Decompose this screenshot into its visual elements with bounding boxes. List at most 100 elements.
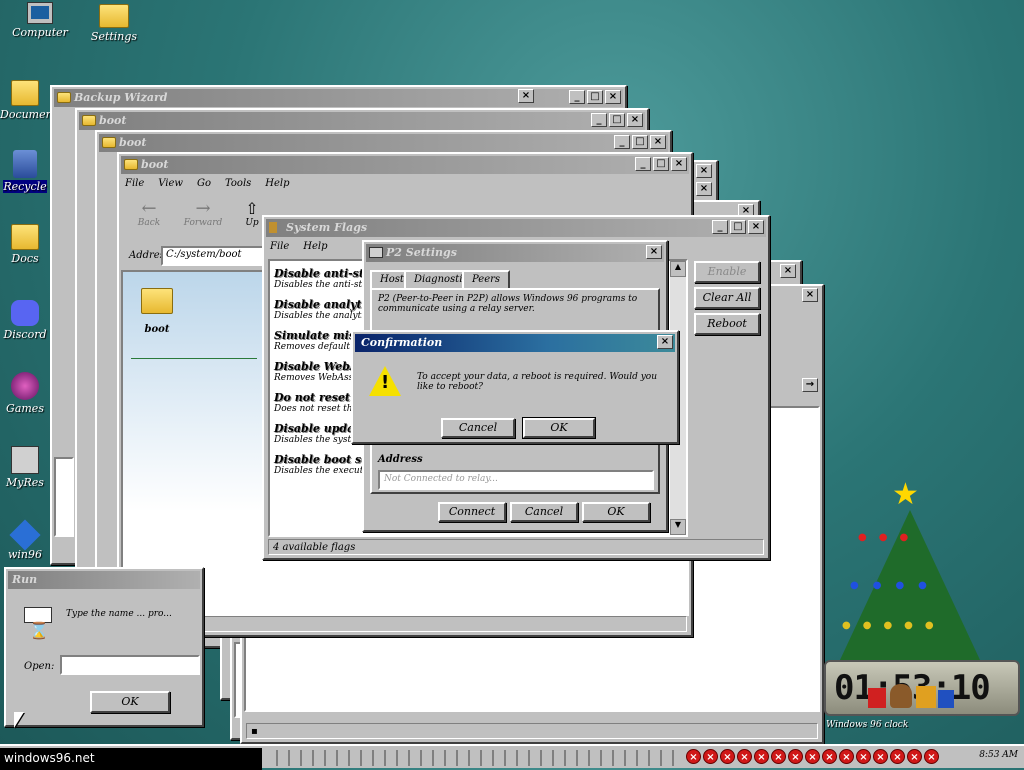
open-input[interactable] [60,655,200,675]
error-task-icon[interactable]: × [720,749,735,764]
title-bar[interactable]: Confirmation × [355,334,675,352]
minimize-button[interactable]: _ [635,157,651,171]
scroll-up-button[interactable]: ▲ [670,261,686,277]
error-task-icon[interactable]: × [686,749,701,764]
close-button[interactable]: × [802,288,818,302]
maximize-button[interactable]: □ [632,135,648,149]
taskbar-url[interactable]: windows96.net [0,748,262,770]
close-button[interactable]: × [696,182,712,196]
desktop-icon-recycle[interactable]: Recycle [0,150,50,193]
run-dialog[interactable]: Run ⌛ Type the name ... pro... Open: OK [4,567,204,727]
tab-peers[interactable]: Peers [462,270,511,288]
run-prompt: Type the name ... pro... [66,609,172,619]
menu-file[interactable]: File [270,241,289,252]
desktop-icon-documents[interactable]: Documents [0,80,63,121]
title-bar[interactable]: Backup Wizard _ □ × [54,89,623,107]
folder-icon [82,115,96,126]
error-task-icon[interactable]: × [839,749,854,764]
title-bar[interactable]: System Flags _ □ × [266,219,766,237]
title-bar[interactable]: Run [8,571,200,589]
warning-icon: ! [369,366,401,396]
desktop-icon-computer[interactable]: Computer [4,2,76,39]
title-bar[interactable]: boot _ □ × [79,112,645,130]
menu-file[interactable]: File [125,178,144,189]
close-button[interactable]: × [650,135,666,149]
run-ok-button[interactable]: OK [90,691,170,713]
forward-button[interactable]: → Forward [183,200,223,229]
close-button[interactable]: × [646,245,662,259]
menu-help[interactable]: Help [303,241,327,252]
menu-view[interactable]: View [158,178,183,189]
clear-all-button[interactable]: Clear All [694,287,760,309]
close-button[interactable]: × [696,164,712,178]
error-task-icon[interactable]: × [907,749,922,764]
desktop-icon-myres[interactable]: MyRes [0,446,50,489]
error-task-icon[interactable]: × [822,749,837,764]
close-button[interactable]: × [748,220,764,234]
connect-button[interactable]: Connect [438,502,506,522]
cancel-button[interactable]: Cancel [441,418,515,438]
error-task-icon[interactable]: × [890,749,905,764]
forward-arrow-button[interactable]: → [802,378,818,392]
network-icon [11,446,39,474]
desktop-icon-docs[interactable]: Docs [0,224,50,265]
error-task-icon[interactable]: × [856,749,871,764]
window-title: Backup Wizard [74,91,168,104]
p2-description: P2 (Peer-to-Peer in P2P) allows Windows … [378,294,638,314]
desktop-icon-settings[interactable]: Settings [78,4,150,43]
error-task-icon[interactable]: × [703,749,718,764]
reboot-button[interactable]: Reboot [694,313,760,335]
ok-button[interactable]: OK [582,502,650,522]
address-field[interactable]: C:/system/boot [161,246,265,266]
tray-clock[interactable]: 8:53 AM [979,750,1018,760]
minimize-button[interactable]: _ [712,220,728,234]
error-task-icon[interactable]: × [873,749,888,764]
maximize-button[interactable]: □ [609,113,625,127]
desktop-icon-discord[interactable]: Discord [0,300,50,341]
confirmation-dialog[interactable]: Confirmation × ! To accept your data, a … [351,330,679,444]
window-title: P2 Settings [386,246,457,259]
error-task-icon[interactable]: × [737,749,752,764]
close-button[interactable]: × [605,90,621,104]
backup-close-button[interactable]: × [518,89,534,103]
maximize-button[interactable]: □ [587,90,603,104]
run-program-icon: ⌛ [24,607,54,641]
close-button[interactable]: × [780,264,796,278]
menu-tools[interactable]: Tools [225,178,251,189]
close-button[interactable]: × [657,335,673,349]
christmas-clock-widget[interactable]: ★ ●●● ●●●● ●●●●● 01:53:10 Windows 96 clo… [820,480,1020,742]
forward-label: Forward [183,218,223,228]
item-label: boot [144,324,170,335]
title-bar[interactable]: boot _ □ × [99,134,668,152]
error-task-icon[interactable]: × [788,749,803,764]
window-title: boot [119,136,147,149]
close-button[interactable]: × [671,157,687,171]
menu-go[interactable]: Go [197,178,211,189]
folder-icon [124,159,138,170]
error-task-icon[interactable]: × [805,749,820,764]
error-task-icon[interactable]: × [771,749,786,764]
list-item[interactable]: boot [135,288,179,335]
taskbar-tasks [266,750,676,766]
enable-button[interactable]: Enable [694,261,760,283]
ok-button[interactable]: OK [522,417,596,439]
cancel-button[interactable]: Cancel [510,502,578,522]
flag-icon [269,222,277,233]
minimize-button[interactable]: _ [569,90,585,104]
title-bar[interactable]: boot _ □ × [121,156,689,174]
menu-help[interactable]: Help [265,178,289,189]
scroll-down-button[interactable]: ▼ [670,519,686,535]
maximize-button[interactable]: □ [653,157,669,171]
back-button[interactable]: ← Back [129,200,169,229]
separator-line [131,358,257,359]
error-task-icon[interactable]: × [754,749,769,764]
close-button[interactable]: × [627,113,643,127]
desktop-icon-win96[interactable]: win96 [0,519,50,561]
desktop-icon-games[interactable]: Games [0,372,50,415]
minimize-button[interactable]: _ [614,135,630,149]
error-task-icon[interactable]: × [924,749,939,764]
maximize-button[interactable]: □ [730,220,746,234]
minimize-button[interactable]: _ [591,113,607,127]
title-bar[interactable]: P2 Settings × [366,244,664,262]
relay-address-input[interactable]: Not Connected to relay... [378,470,654,490]
